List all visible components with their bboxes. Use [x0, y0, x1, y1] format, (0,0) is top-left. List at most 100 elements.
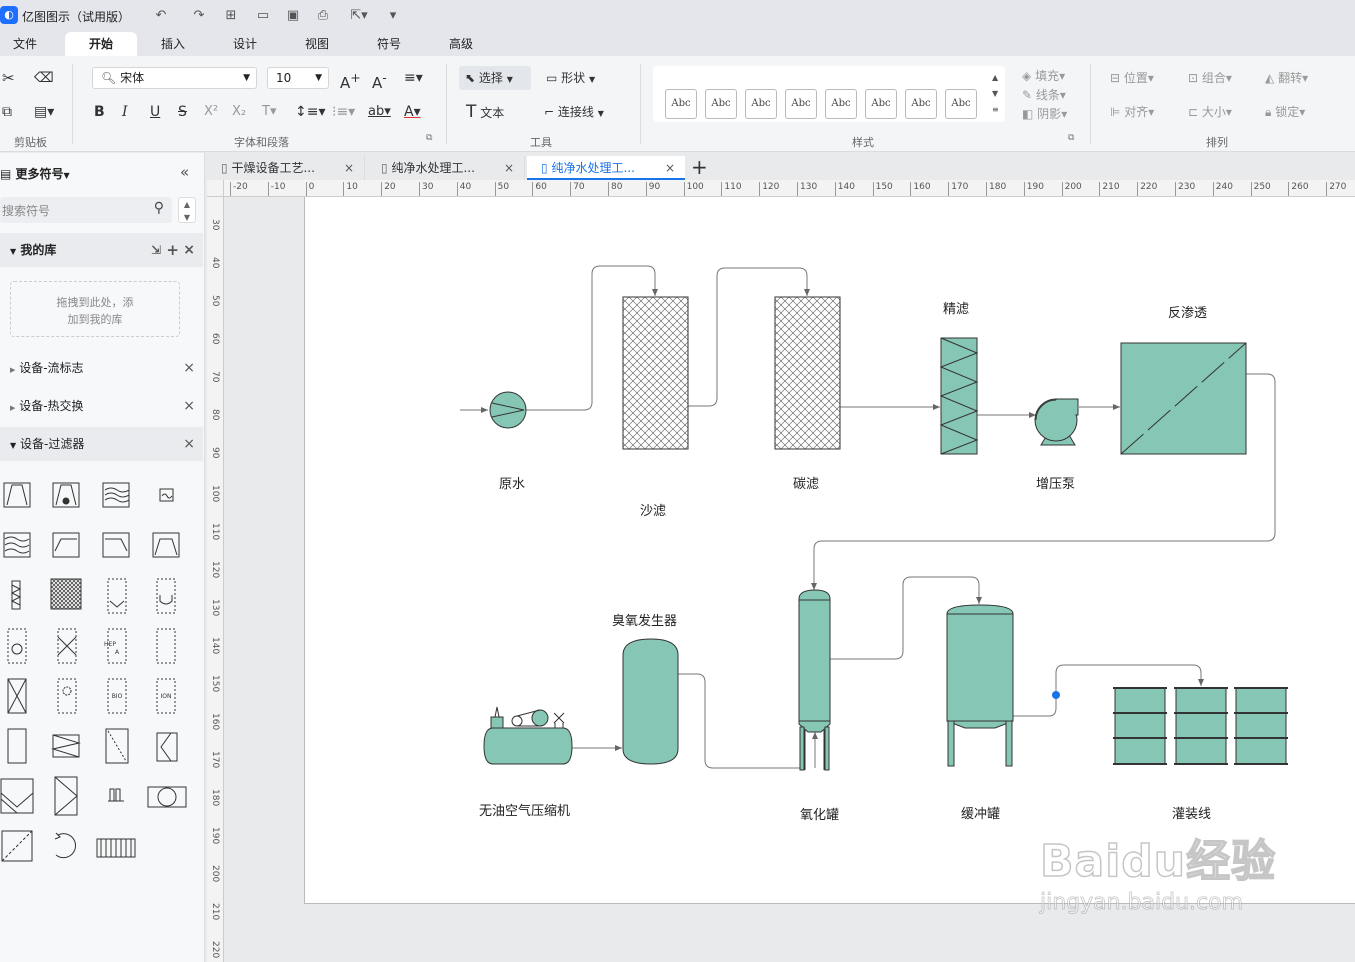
more-symbols-button[interactable]: ▤ 更多符号▼	[0, 165, 70, 182]
filter-symbol-2[interactable]	[52, 482, 80, 508]
underline-icon[interactable]: U	[150, 102, 160, 122]
filling-line-shape[interactable]	[1113, 687, 1288, 765]
filter-symbol-31[interactable]	[96, 838, 136, 858]
close-icon[interactable]: ×	[183, 233, 195, 267]
connector-buffer-to-filling[interactable]	[1013, 664, 1204, 717]
strikethrough-icon[interactable]: S	[178, 102, 187, 122]
grow-font-icon[interactable]: A+	[340, 68, 361, 93]
filter-symbol-24[interactable]	[156, 732, 178, 762]
air-compressor-shape[interactable]	[483, 706, 573, 765]
ozone-generator-shape[interactable]	[622, 638, 679, 765]
filter-symbol-8[interactable]	[152, 532, 180, 558]
filter-symbol-1[interactable]	[3, 482, 31, 508]
bold-icon[interactable]: B	[94, 102, 105, 122]
close-icon[interactable]: ×	[183, 389, 195, 423]
style-sample-2[interactable]: Abc	[705, 89, 737, 119]
filter-symbol-28[interactable]	[147, 786, 187, 808]
selected-connector-handle[interactable]	[1052, 691, 1060, 699]
filter-symbol-27[interactable]	[108, 788, 124, 802]
raw-water-pump[interactable]	[489, 391, 527, 429]
my-library-header[interactable]: ▼ 我的库 ⇲ + ×	[0, 233, 203, 267]
filter-symbol-23[interactable]	[105, 728, 129, 764]
filter-symbol-3[interactable]	[102, 482, 130, 508]
save-icon[interactable]: ▣	[284, 7, 302, 25]
print-icon[interactable]: ⎙	[314, 7, 332, 25]
filter-symbol-21[interactable]	[7, 728, 27, 764]
style-sample-6[interactable]: Abc	[865, 89, 897, 119]
filter-symbol-17[interactable]	[7, 678, 27, 714]
shape-tool-button[interactable]: ▭ 形状 ▼	[546, 68, 595, 90]
search-nav-icon[interactable]: ▲ ▼	[178, 197, 196, 223]
buffer-tank-shape[interactable]	[946, 604, 1014, 767]
menu-insert[interactable]: 插入	[148, 32, 198, 56]
subscript-icon[interactable]: X₂	[232, 102, 246, 122]
label-reverse-osmosis[interactable]: 反渗透	[1168, 302, 1207, 321]
filter-symbol-10[interactable]	[50, 578, 82, 610]
menu-file[interactable]: 文件	[0, 32, 50, 56]
tab-document-1[interactable]: ▯ 干燥设备工艺... ×	[207, 156, 365, 180]
filter-symbol-13[interactable]	[7, 628, 27, 664]
font-color-icon[interactable]: A▾	[404, 102, 421, 122]
fine-filter-shape[interactable]	[939, 337, 979, 455]
tab-document-2[interactable]: ▯ 纯净水处理工... ×	[367, 156, 525, 180]
filter-symbol-6[interactable]	[52, 532, 80, 558]
symbol-search-box[interactable]: 搜索符号 ⚲	[0, 197, 172, 223]
filter-symbol-14[interactable]	[57, 628, 77, 664]
undo-icon[interactable]: ↶	[152, 7, 170, 25]
customize-toolbar-icon[interactable]: ▾	[384, 7, 402, 25]
search-icon[interactable]: ⚲	[154, 200, 164, 216]
font-dialog-launcher-icon[interactable]: ⧉	[426, 133, 432, 143]
font-family-select[interactable]: 🔍︎ 宋体 ▼	[92, 67, 257, 89]
style-sample-4[interactable]: Abc	[785, 89, 817, 119]
highlight-icon[interactable]: ab▾	[368, 102, 391, 122]
add-icon[interactable]: +	[166, 233, 179, 267]
filter-symbol-5[interactable]	[3, 532, 31, 558]
filter-symbol-9[interactable]	[10, 580, 22, 610]
fill-button[interactable]: ◈ 填充▾	[1022, 66, 1065, 86]
label-oxidation-tank[interactable]: 氧化罐	[800, 804, 839, 823]
label-buffer-tank[interactable]: 缓冲罐	[961, 803, 1000, 822]
new-tab-icon[interactable]: +	[691, 156, 708, 178]
booster-pump-shape[interactable]	[1034, 398, 1079, 446]
align-button[interactable]: ⊫ 对齐▾	[1110, 102, 1154, 122]
copy-icon[interactable]: ⧉	[2, 102, 12, 122]
connector-tool-button[interactable]: ⌐ 连接线 ▼	[544, 102, 604, 124]
flip-button[interactable]: ◭ 翻转▾	[1265, 68, 1308, 88]
library-drop-zone[interactable]: 拖拽到此处，添 加到我的库	[10, 281, 180, 337]
lock-button[interactable]: 🔒︎ 锁定▾	[1265, 102, 1305, 122]
label-carbon-filter[interactable]: 碳滤	[793, 473, 819, 492]
close-icon[interactable]: ×	[183, 351, 195, 385]
group-button[interactable]: ⊡ 组合▾	[1188, 68, 1232, 88]
filter-symbol-26[interactable]	[54, 776, 78, 816]
style-sample-5[interactable]: Abc	[825, 89, 857, 119]
import-icon[interactable]: ⇲	[151, 233, 161, 267]
format-painter-icon[interactable]: ⌫	[34, 68, 54, 88]
connector-ozone-to-oxidation[interactable]	[678, 673, 802, 769]
paste-icon[interactable]: ▤▾	[34, 102, 54, 122]
drawing-canvas[interactable]: 原水 沙滤 碳滤 精滤 增压泵 反渗透 臭氧发生器 无油空气压缩机 氧化罐 缓冲…	[304, 197, 1355, 904]
menu-design[interactable]: 设计	[220, 32, 270, 56]
shadow-button[interactable]: ◧ 阴影▾	[1022, 104, 1067, 124]
italic-icon[interactable]: I	[122, 102, 128, 122]
tab-document-3-active[interactable]: ▯ 纯净水处理工... ×	[527, 156, 685, 180]
reverse-osmosis-shape[interactable]	[1120, 342, 1247, 455]
close-tab-icon[interactable]: ×	[344, 156, 354, 180]
carbon-filter-shape[interactable]	[774, 296, 841, 450]
shrink-font-icon[interactable]: A-	[372, 68, 387, 93]
font-size-select[interactable]: 10 ▼	[267, 67, 329, 89]
open-folder-icon[interactable]: ▭	[254, 7, 272, 25]
menu-symbol[interactable]: 符号	[364, 32, 414, 56]
position-button[interactable]: ⊟ 位置▾	[1110, 68, 1154, 88]
filter-symbol-25[interactable]	[0, 778, 34, 814]
style-scroll-icon[interactable]: ▲ ▼ ≡	[992, 70, 999, 118]
filter-symbol-29[interactable]	[1, 830, 33, 862]
style-sample-3[interactable]: Abc	[745, 89, 777, 119]
cut-icon[interactable]: ✂	[2, 68, 15, 88]
filter-symbol-18[interactable]	[57, 678, 77, 714]
line-button[interactable]: ✎ 线条▾	[1022, 85, 1066, 105]
filter-symbol-12[interactable]	[156, 578, 176, 614]
section-filters[interactable]: ▼ 设备-过滤器 ×	[0, 427, 203, 461]
label-fine-filter[interactable]: 精滤	[943, 298, 969, 317]
filter-symbol-7[interactable]	[102, 532, 130, 558]
filter-symbol-4[interactable]	[159, 488, 174, 502]
